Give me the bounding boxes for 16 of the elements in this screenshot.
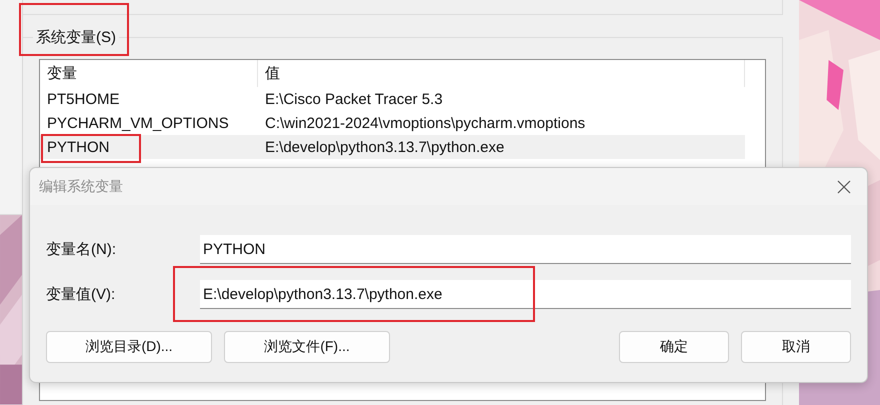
input-field[interactable]: E:\develop\python3.13.7\python.exe xyxy=(200,280,851,309)
field-label: 变量名(N): xyxy=(46,240,117,259)
input-field[interactable]: PYTHON xyxy=(200,235,851,264)
dialog-button[interactable]: 取消 xyxy=(741,331,851,363)
field-label: 变量值(V): xyxy=(46,285,116,304)
table-cell-text: PYCHARM_VM_OPTIONS xyxy=(46,114,230,132)
browse-button[interactable]: 浏览目录(D)... xyxy=(46,331,212,363)
table-cell-text: E:\develop\python3.13.7\python.exe xyxy=(264,138,506,156)
table-cell-text: C:\win2021-2024\vmoptions\pycharm.vmoptions xyxy=(264,114,586,132)
table-cell: PYTHON xyxy=(40,138,258,156)
close-icon xyxy=(837,180,851,194)
dialog-title: 编辑系统变量 xyxy=(39,178,123,196)
browse-button[interactable]: 浏览文件(F)... xyxy=(224,331,390,363)
dialog-button[interactable]: 确定 xyxy=(619,331,729,363)
table-cell-text: PT5HOME xyxy=(46,90,121,108)
table-cell-text: E:\Cisco Packet Tracer 5.3 xyxy=(264,90,444,108)
